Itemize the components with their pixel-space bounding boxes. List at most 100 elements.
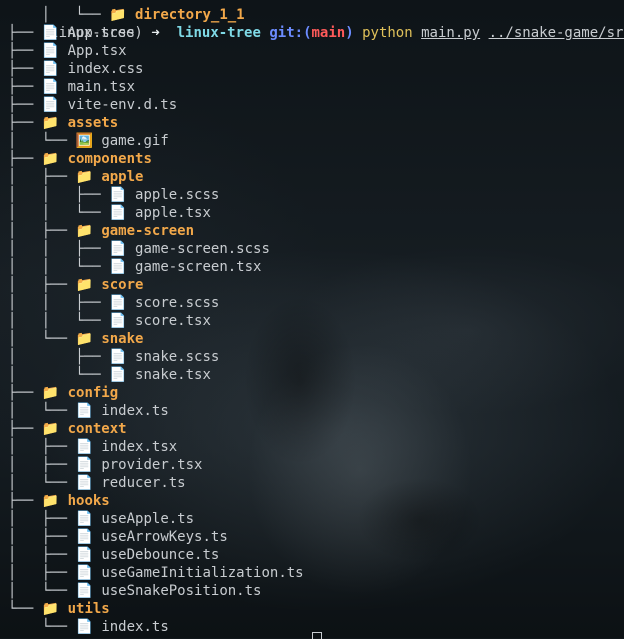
directory-name: apple bbox=[101, 169, 144, 185]
prompt-arrow-icon: ➜ bbox=[151, 25, 160, 41]
folder-icon: 📁 bbox=[41, 601, 60, 617]
image-icon: 🖼️ bbox=[75, 133, 93, 149]
tree-file-row: │ │ └── 📄 score.tsx bbox=[8, 312, 211, 330]
file-icon: 📄 bbox=[41, 97, 60, 113]
git-branch: main bbox=[311, 25, 346, 41]
tree-branch-prefix: │ │ └── bbox=[8, 205, 110, 221]
file-name: score.scss bbox=[135, 295, 220, 311]
folder-icon: 📁 bbox=[41, 385, 60, 401]
tree-branch-prefix: │ └── bbox=[8, 403, 76, 419]
tree-branch-prefix: ├── bbox=[8, 493, 42, 509]
tree-branch-prefix: │ ├── bbox=[8, 547, 76, 563]
file-name: useGameInitialization.ts bbox=[101, 565, 304, 581]
branch-close-paren: ) bbox=[345, 25, 354, 41]
tree-file-row: │ ├── 📄 snake.scss bbox=[8, 348, 219, 366]
tree-file-row: │ ├── 📄 index.tsx bbox=[8, 438, 177, 456]
file-name: useSnakePosition.ts bbox=[101, 583, 262, 599]
file-icon: 📄 bbox=[109, 187, 127, 203]
file-name: main.tsx bbox=[67, 79, 136, 95]
tree-file-row: ├── 📄 main.tsx bbox=[8, 78, 135, 96]
tree-file-row: │ │ └── 📄 apple.tsx bbox=[8, 204, 211, 222]
file-icon: 📄 bbox=[75, 439, 93, 455]
file-name: vite-env.d.ts bbox=[67, 97, 178, 113]
file-name: game-screen.tsx bbox=[135, 259, 262, 275]
folder-icon: 📁 bbox=[41, 493, 60, 509]
file-name: score.tsx bbox=[135, 313, 211, 329]
file-name: useDebounce.ts bbox=[101, 547, 220, 563]
tree-directory-row: └── 📁 utils bbox=[8, 600, 110, 618]
file-icon: 📄 bbox=[109, 313, 127, 329]
folder-icon: 📁 bbox=[75, 277, 93, 293]
tree-branch-prefix: │ ├── bbox=[8, 511, 76, 527]
file-icon: 📄 bbox=[75, 511, 93, 527]
tree-directory-row: ├── 📁 config bbox=[8, 384, 118, 402]
tree-branch-prefix: │ ├── bbox=[8, 349, 110, 365]
directory-name: snake bbox=[101, 331, 144, 347]
file-name: snake.scss bbox=[135, 349, 220, 365]
file-name: App.scss bbox=[67, 25, 136, 41]
tree-branch-prefix: ├── bbox=[8, 79, 42, 95]
tree-directory-row: ├── 📁 assets bbox=[8, 114, 118, 132]
file-name: App.tsx bbox=[67, 43, 127, 59]
git-label: git: bbox=[269, 25, 304, 41]
tree-branch-prefix: │ ├── bbox=[8, 223, 76, 239]
tree-file-row: │ │ ├── 📄 game-screen.scss bbox=[8, 240, 270, 258]
tree-branch-prefix: ├── bbox=[8, 421, 42, 437]
tree-directory-row: │ ├── 📁 apple bbox=[8, 168, 143, 186]
folder-icon: 📁 bbox=[41, 421, 60, 437]
file-name: game-screen.scss bbox=[135, 241, 270, 257]
tree-branch-prefix: ├── bbox=[8, 43, 42, 59]
file-name: reducer.ts bbox=[101, 475, 186, 491]
tree-branch-prefix: │ │ ├── bbox=[8, 295, 110, 311]
tree-branch-prefix: ├── bbox=[8, 115, 42, 131]
file-icon: 📄 bbox=[109, 349, 127, 365]
file-icon: 📄 bbox=[75, 547, 93, 563]
tree-directory-row: │ └── 📁 snake bbox=[8, 330, 143, 348]
tree-file-row: │ └── 📄 useSnakePosition.ts bbox=[8, 582, 261, 600]
file-icon: 📄 bbox=[109, 241, 127, 257]
tree-directory-row: ├── 📁 hooks bbox=[8, 492, 110, 510]
directory-name: assets bbox=[67, 115, 119, 131]
tree-branch-prefix: │ ├── bbox=[8, 169, 76, 185]
file-name: game.gif bbox=[101, 133, 169, 149]
file-name: apple.scss bbox=[135, 187, 220, 203]
tree-branch-prefix: │ ├── bbox=[8, 529, 76, 545]
tree-file-row: └── 📄 index.ts bbox=[8, 618, 169, 636]
tree-branch-prefix: │ │ ├── bbox=[8, 241, 110, 257]
folder-icon: 📁 bbox=[75, 331, 93, 347]
file-icon: 📄 bbox=[109, 367, 127, 383]
file-name: useApple.ts bbox=[101, 511, 195, 527]
tree-file-row: ├── 📄 App.scss bbox=[8, 24, 135, 42]
directory-name: context bbox=[67, 421, 127, 437]
file-name: index.ts bbox=[101, 403, 169, 419]
terminal-window[interactable]: │ └── 📁 directory_1_1 (linux-tree) ➜ lin… bbox=[0, 0, 624, 639]
file-icon: 📄 bbox=[75, 403, 93, 419]
tree-branch-prefix: └── bbox=[8, 619, 76, 635]
file-icon: 📄 bbox=[75, 583, 93, 599]
tree-directory-row: │ ├── 📁 score bbox=[8, 276, 143, 294]
folder-icon: 📁 bbox=[75, 169, 93, 185]
path-argument: ../snake-game/src bbox=[488, 25, 624, 41]
file-name: index.tsx bbox=[101, 439, 178, 455]
script-argument: main.py bbox=[421, 25, 481, 41]
file-icon: 📄 bbox=[109, 259, 127, 275]
tree-directory-row: ├── 📁 context bbox=[8, 420, 127, 438]
tree-file-row: │ ├── 📄 provider.tsx bbox=[8, 456, 202, 474]
folder-icon: 📁 bbox=[41, 115, 60, 131]
tree-file-row: │ └── 📄 reducer.ts bbox=[8, 474, 186, 492]
tree-file-row: │ ├── 📄 useDebounce.ts bbox=[8, 546, 219, 564]
current-directory: linux-tree bbox=[176, 25, 261, 41]
tree-file-row: │ │ ├── 📄 apple.scss bbox=[8, 186, 219, 204]
tree-file-row: │ └── 📄 index.ts bbox=[8, 402, 169, 420]
tree-file-row: │ │ └── 📄 game-screen.tsx bbox=[8, 258, 261, 276]
tree-file-row: ├── 📄 App.tsx bbox=[8, 42, 127, 60]
tree-file-row: │ └── 📄 snake.tsx bbox=[8, 366, 211, 384]
tree-directory-row: ├── 📁 components bbox=[8, 150, 152, 168]
tree-branch-prefix: ├── bbox=[8, 385, 42, 401]
directory-name: score bbox=[101, 277, 144, 293]
tree-file-row: │ └── 🖼️ game.gif bbox=[8, 132, 169, 150]
tree-file-row: ├── 📄 vite-env.d.ts bbox=[8, 96, 177, 114]
tree-branch-prefix: │ ├── bbox=[8, 457, 76, 473]
branch-open-paren: ( bbox=[303, 25, 312, 41]
file-icon: 📄 bbox=[75, 475, 93, 491]
